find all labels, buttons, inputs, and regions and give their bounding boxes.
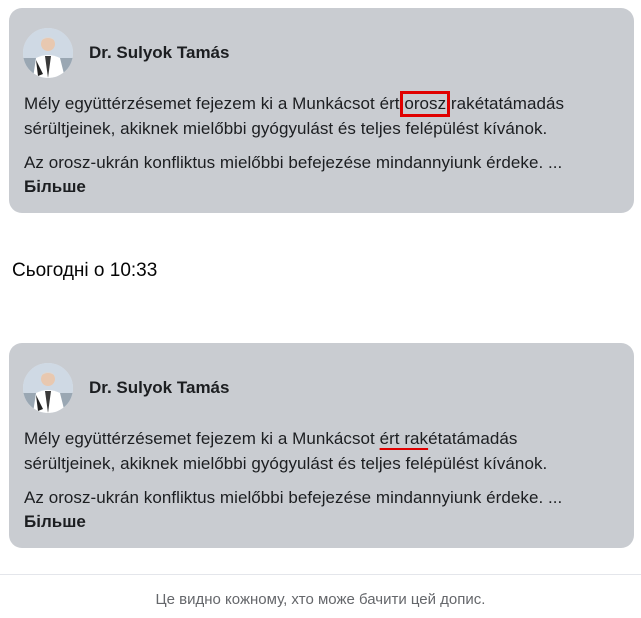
see-more-link[interactable]: Більше — [24, 177, 86, 197]
edit-timestamp: Сьогодні о 10:33 — [12, 260, 158, 281]
post-text-line-2: sérültjeinek, akiknek mielőbbi gyógyulás… — [24, 454, 548, 473]
post-card-original: Dr. Sulyok Tamás Mély együttérzésemet fe… — [9, 8, 634, 213]
see-more-link[interactable]: Більше — [24, 512, 86, 532]
post-card-edited: Dr. Sulyok Tamás Mély együttérzésemet fe… — [9, 343, 634, 548]
underlined-text-ert-rak: ért rak — [379, 429, 429, 448]
post-text-segment: Mély együttérzésemet fejezem ki a Munkác… — [24, 429, 380, 448]
post-author-name[interactable]: Dr. Sulyok Tamás — [89, 378, 229, 398]
post-text-line-1: Mély együttérzésemet fejezem ki a Munkác… — [24, 429, 517, 449]
post-text-line-1: Mély együttérzésemet fejezem ki a Munkác… — [24, 91, 565, 117]
visibility-notice: Це видно кожному, хто може бачити цей до… — [155, 591, 486, 608]
post-text-segment: étatámadás — [428, 429, 518, 448]
post-text-line-3: Az orosz-ukrán konfliktus mielőbbi befej… — [24, 153, 563, 172]
author-photo-icon — [23, 363, 73, 413]
author-photo-icon — [23, 28, 73, 78]
post-author-name[interactable]: Dr. Sulyok Tamás — [89, 43, 229, 63]
post-text-segment: Mély együttérzésemet fejezem ki a Munkác… — [24, 94, 405, 113]
post-text-segment: rakétatámadás — [446, 94, 565, 113]
divider — [0, 574, 641, 575]
highlighted-word-orosz: orosz — [400, 91, 451, 117]
post-text-line-3: Az orosz-ukrán konfliktus mielőbbi befej… — [24, 488, 563, 507]
author-avatar[interactable] — [23, 28, 73, 78]
post-text-line-2: sérültjeinek, akiknek mielőbbi gyógyulás… — [24, 119, 548, 138]
author-avatar[interactable] — [23, 363, 73, 413]
